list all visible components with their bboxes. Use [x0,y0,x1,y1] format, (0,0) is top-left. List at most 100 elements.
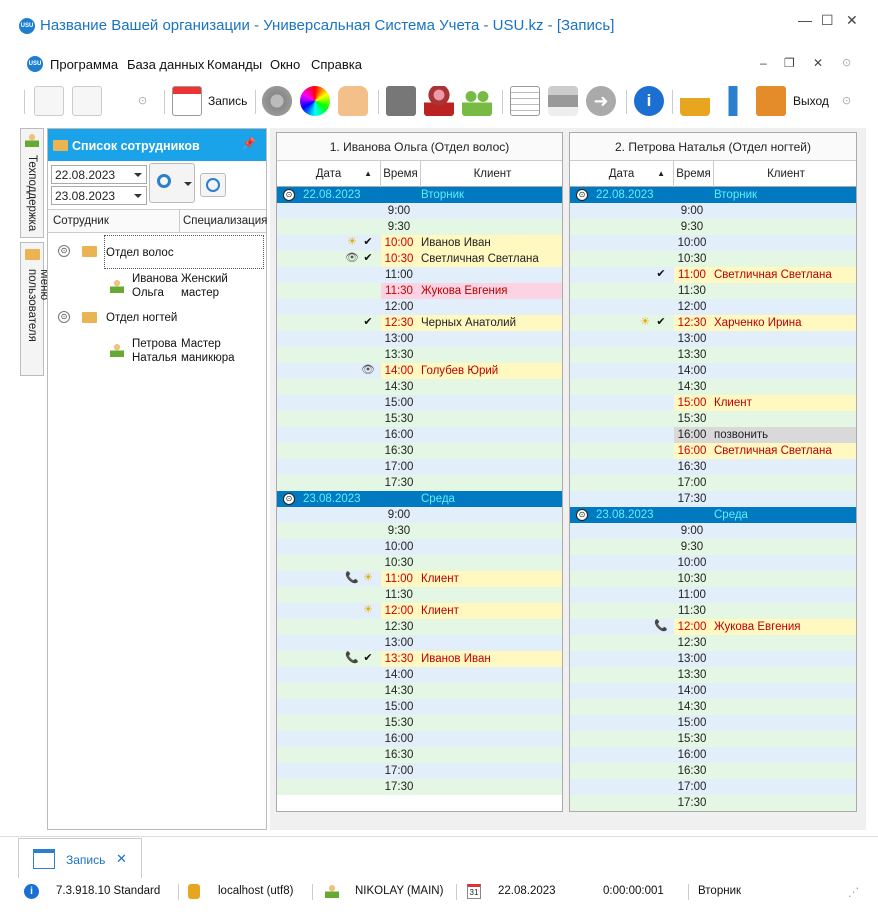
time-slot-row[interactable]: 10:00 [277,539,562,555]
time-slot-row[interactable]: 14:00 [570,683,856,699]
col-time[interactable]: Время [381,161,421,187]
time-slot-row[interactable]: 16:00 [277,427,562,443]
group-expander-icon[interactable]: ⊙ [576,189,588,201]
time-slot-row[interactable]: 15:00 [570,715,856,731]
time-slot-row[interactable]: 12:00 [570,299,856,315]
time-slot-row[interactable]: 14:00 [277,667,562,683]
time-slot-row[interactable]: 9:00 [277,203,562,219]
time-slot-row[interactable]: 11:00 [277,267,562,283]
time-slot-row[interactable]: 14:00 [570,363,856,379]
time-slot-row[interactable]: 9:30 [277,523,562,539]
time-slot-row[interactable]: 15:00 [277,395,562,411]
time-slot-row[interactable]: 10:30 [570,251,856,267]
menu-database[interactable]: База данных [127,57,204,72]
resize-grip-icon[interactable]: ⋰ [848,885,860,899]
time-slot-row[interactable]: 12:00 Клиент ☀ [277,603,562,619]
tab-record[interactable]: Запись ✕ [18,838,142,878]
time-slot-row[interactable]: 15:30 [277,411,562,427]
date-to-field[interactable]: 23.08.2023 [51,186,147,205]
time-slot-row[interactable]: 12:30 Харченко Ирина ☀ ✔ [570,315,856,331]
time-slot-row[interactable]: 10:30 Светличная Светлана 👁 ✔ [277,251,562,267]
time-slot-row[interactable]: 12:30 [277,619,562,635]
time-slot-row[interactable]: 11:00 Светличная Светлана ✔ [570,267,856,283]
print-icon[interactable] [548,86,578,116]
date-group-row[interactable]: ⊙ 23.08.2023 Среда [277,491,562,507]
maximize-icon[interactable]: ☐ [821,12,834,29]
rss-icon[interactable] [386,86,416,116]
date-from-field[interactable]: 22.08.2023 [51,165,147,184]
date-group-row[interactable]: ⊙ 22.08.2023 Вторник [277,187,562,203]
time-slot-row[interactable]: 9:00 [570,203,856,219]
info-icon[interactable]: i [634,86,664,116]
hand-icon[interactable] [338,86,368,116]
tab-user-menu[interactable]: Меню пользователя [20,242,50,376]
clock-button[interactable] [200,173,226,197]
time-slot-row[interactable]: 17:00 [277,763,562,779]
time-slot-row[interactable]: 13:00 [277,331,562,347]
time-slot-row[interactable]: 17:30 [570,795,856,811]
time-slot-row[interactable]: 13:30 Иванов Иван 📞 ✔ [277,651,562,667]
col-date[interactable]: Дата ▲ [570,161,674,187]
menu-commands[interactable]: Команды [207,57,262,72]
tab-close-icon[interactable]: ✕ [116,851,127,867]
time-slot-row[interactable]: 10:00 [570,235,856,251]
time-slot-row[interactable]: 9:30 [570,539,856,555]
time-slot-row[interactable]: 11:00 [570,587,856,603]
employee-name[interactable]: Петрова Наталья [132,337,177,365]
time-slot-row[interactable]: 15:00 [277,699,562,715]
time-slot-row[interactable]: 16:30 [570,459,856,475]
time-slot-row[interactable]: 9:00 [570,523,856,539]
time-slot-row[interactable]: 9:30 [277,219,562,235]
time-slot-row[interactable]: 12:00 [277,299,562,315]
child-close-icon[interactable]: ✕ [813,56,823,70]
time-slot-row[interactable]: 9:00 [277,507,562,523]
exit-icon[interactable] [756,86,786,116]
time-slot-row[interactable]: 15:00 Клиент [570,395,856,411]
group-expander-icon[interactable]: ⊙ [58,311,70,323]
toolbar-overflow-icon[interactable]: ⊙ [138,94,147,107]
gear-icon[interactable] [262,86,292,116]
time-slot-row[interactable]: 14:30 [277,683,562,699]
date-group-row[interactable]: ⊙ 22.08.2023 Вторник [570,187,856,203]
menu-help[interactable]: Справка [311,57,362,72]
time-slot-row[interactable]: 10:00 Иванов Иван ☀ ✔ [277,235,562,251]
time-slot-row[interactable]: 10:00 [570,555,856,571]
color-wheel-icon[interactable] [300,86,330,116]
time-slot-row[interactable]: 12:30 [570,635,856,651]
time-slot-row[interactable]: 16:30 [277,443,562,459]
employee-name[interactable]: Иванова Ольга [132,272,178,300]
time-slot-row[interactable]: 11:30 [570,603,856,619]
time-slot-row[interactable]: 17:00 [570,475,856,491]
plug-icon[interactable] [718,86,748,116]
menu-window[interactable]: Окно [270,57,300,72]
time-slot-row[interactable]: 11:30 [277,587,562,603]
calendar-record-icon[interactable] [172,86,202,116]
group-expander-icon[interactable]: ⊙ [576,509,588,521]
search-button[interactable] [149,163,195,203]
forward-icon[interactable]: ➜ [586,86,616,116]
group-nails-dept[interactable]: Отдел ногтей [106,311,177,325]
col-specialization[interactable]: Специализация [183,215,267,227]
time-slot-row[interactable]: 17:30 [277,475,562,491]
users-icon[interactable] [462,86,492,116]
time-slot-row[interactable]: 16:00 позвонить [570,427,856,443]
group-expander-icon[interactable]: ⊙ [283,189,295,201]
table-icon[interactable] [510,86,540,116]
copy-record-icon[interactable] [72,86,102,116]
time-slot-row[interactable]: 10:30 [570,571,856,587]
time-slot-row[interactable]: 17:30 [277,779,562,795]
time-slot-row[interactable]: 11:30 [570,283,856,299]
time-slot-row[interactable]: 12:30 Черных Анатолий ✔ [277,315,562,331]
time-slot-row[interactable]: 15:30 [570,731,856,747]
time-slot-row[interactable]: 14:00 Голубев Юрий 👁 [277,363,562,379]
group-hair-dept[interactable]: Отдел волос [106,246,174,260]
col-time[interactable]: Время [674,161,714,187]
lock-icon[interactable] [680,86,710,116]
time-slot-row[interactable]: 16:30 [277,747,562,763]
time-slot-row[interactable]: 16:00 [570,747,856,763]
time-slot-row[interactable]: 12:00 Жукова Евгения 📞 [570,619,856,635]
pin-icon[interactable]: 📌 [242,137,256,150]
time-slot-row[interactable]: 17:00 [277,459,562,475]
time-slot-row[interactable]: 10:30 [277,555,562,571]
menu-overflow-icon[interactable]: ⊙ [842,56,851,69]
